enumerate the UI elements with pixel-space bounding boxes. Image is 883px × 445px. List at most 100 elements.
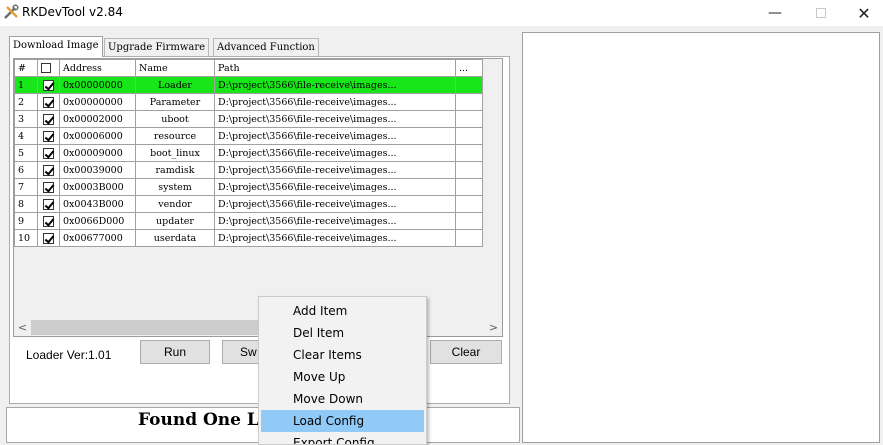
row-name: updater	[135, 212, 215, 230]
row-number: 4	[14, 127, 38, 145]
row-browse[interactable]	[455, 110, 483, 128]
scroll-left-arrow[interactable]: <	[14, 319, 31, 336]
row-name: boot_linux	[135, 144, 215, 162]
row-path: D:\project\3566\file-receive\images...	[214, 76, 456, 94]
run-button[interactable]: Run	[140, 340, 210, 364]
row-checkbox[interactable]	[43, 232, 54, 244]
row-number: 2	[14, 93, 38, 111]
row-checkbox-cell[interactable]	[37, 93, 60, 111]
col-more-header[interactable]: ...	[455, 59, 483, 77]
image-list[interactable]: # Address Name Path ... 1 0x00000000 Loade…	[13, 58, 503, 333]
table-row[interactable]: 3 0x00002000 uboot D:\project\3566\file-rec…	[14, 110, 483, 128]
log-panel[interactable]	[522, 32, 880, 443]
row-number: 6	[14, 161, 38, 179]
menu-item-export-config[interactable]: Export Config	[261, 432, 424, 444]
row-number: 7	[14, 178, 38, 196]
menu-item-move-down[interactable]: Move Down	[261, 388, 424, 410]
row-checkbox[interactable]	[43, 181, 54, 193]
col-path-header[interactable]: Path	[214, 59, 456, 77]
row-number: 3	[14, 110, 38, 128]
menu-item-move-up[interactable]: Move Up	[261, 366, 424, 388]
row-browse[interactable]	[455, 127, 483, 145]
row-number: 8	[14, 195, 38, 213]
row-checkbox-cell[interactable]	[37, 212, 60, 230]
row-name: vendor	[135, 195, 215, 213]
menu-item-load-config[interactable]: Load Config	[261, 410, 424, 432]
row-name: Parameter	[135, 93, 215, 111]
row-browse[interactable]	[455, 76, 483, 94]
row-path: D:\project\3566\file-receive\images...	[214, 93, 456, 111]
row-checkbox[interactable]	[43, 198, 54, 210]
table-row[interactable]: 4 0x00006000 resource D:\project\3566\file-…	[14, 127, 483, 145]
image-list-area: # Address Name Path ... 1 0x00000000 Loade…	[14, 59, 502, 300]
row-checkbox[interactable]	[43, 215, 54, 227]
minimize-button[interactable]: —	[752, 0, 798, 26]
row-number: 10	[14, 229, 38, 247]
row-checkbox-cell[interactable]	[37, 127, 60, 145]
row-address: 0x00009000	[59, 144, 136, 162]
col-address-header[interactable]: Address	[59, 59, 136, 77]
row-browse[interactable]	[455, 212, 483, 230]
row-path: D:\project\3566\file-receive\images...	[214, 127, 456, 145]
status-text: Found One L	[138, 410, 259, 430]
row-checkbox[interactable]	[43, 96, 54, 108]
maximize-button[interactable]	[798, 0, 844, 26]
row-address: 0x0066D000	[59, 212, 136, 230]
row-checkbox[interactable]	[43, 130, 54, 142]
loader-version-label: Loader Ver:1.01	[26, 348, 112, 362]
clear-button[interactable]: Clear	[430, 340, 502, 364]
row-browse[interactable]	[455, 161, 483, 179]
row-address: 0x00002000	[59, 110, 136, 128]
tab-upgrade-firmware[interactable]: Upgrade Firmware	[104, 38, 210, 56]
col-num-header[interactable]: #	[14, 59, 38, 77]
table-row[interactable]: 9 0x0066D000 updater D:\project\3566\file-r…	[14, 212, 483, 230]
row-address: 0x0043B000	[59, 195, 136, 213]
row-checkbox[interactable]	[43, 79, 54, 91]
col-name-header[interactable]: Name	[135, 59, 215, 77]
menu-item-clear-items[interactable]: Clear Items	[261, 344, 424, 366]
main-window: Download Image Upgrade Firmware Advanced…	[0, 26, 883, 445]
row-checkbox[interactable]	[43, 113, 54, 125]
close-button[interactable]: ✕	[841, 0, 883, 26]
row-path: D:\project\3566\file-receive\images...	[214, 161, 456, 179]
row-browse[interactable]	[455, 178, 483, 196]
table-row[interactable]: 8 0x0043B000 vendor D:\project\3566\file-re…	[14, 195, 483, 213]
row-checkbox-cell[interactable]	[37, 110, 60, 128]
menu-item-add-item[interactable]: Add Item	[261, 300, 424, 322]
menu-item-del-item[interactable]: Del Item	[261, 322, 424, 344]
row-checkbox-cell[interactable]	[37, 178, 60, 196]
col-check-header[interactable]	[37, 59, 60, 77]
row-checkbox-cell[interactable]	[37, 76, 60, 94]
row-checkbox-cell[interactable]	[37, 144, 60, 162]
row-address: 0x00677000	[59, 229, 136, 247]
row-name: userdata	[135, 229, 215, 247]
window-title: RKDevTool v2.84	[22, 5, 123, 19]
scroll-thumb[interactable]	[31, 320, 283, 335]
table-row[interactable]: 1 0x00000000 Loader D:\project\3566\file-re…	[14, 76, 483, 94]
scroll-right-arrow[interactable]: >	[485, 319, 502, 336]
row-checkbox-cell[interactable]	[37, 195, 60, 213]
row-address: 0x00000000	[59, 76, 136, 94]
row-checkbox-cell[interactable]	[37, 161, 60, 179]
table-row[interactable]: 5 0x00009000 boot_linux D:\project\3566\fil…	[14, 144, 483, 162]
tab-advanced-function[interactable]: Advanced Function	[213, 38, 319, 56]
row-number: 1	[14, 76, 38, 94]
table-header: # Address Name Path ...	[14, 59, 483, 77]
row-browse[interactable]	[455, 93, 483, 111]
tab-download-image[interactable]: Download Image	[9, 36, 103, 57]
row-browse[interactable]	[455, 229, 483, 247]
row-name: resource	[135, 127, 215, 145]
table-row[interactable]: 2 0x00000000 Parameter D:\project\3566\file…	[14, 93, 483, 111]
row-browse[interactable]	[455, 144, 483, 162]
row-checkbox[interactable]	[43, 164, 54, 176]
row-checkbox[interactable]	[43, 147, 54, 159]
row-address: 0x00039000	[59, 161, 136, 179]
table-row[interactable]: 7 0x0003B000 system D:\project\3566\file-re…	[14, 178, 483, 196]
tools-icon	[4, 4, 19, 19]
row-browse[interactable]	[455, 195, 483, 213]
select-all-checkbox[interactable]	[41, 63, 51, 73]
table-row[interactable]: 6 0x00039000 ramdisk D:\project\3566\file-r…	[14, 161, 483, 179]
row-path: D:\project\3566\file-receive\images...	[214, 212, 456, 230]
row-checkbox-cell[interactable]	[37, 229, 60, 247]
table-row[interactable]: 10 0x00677000 userdata D:\project\3566\file…	[14, 229, 483, 247]
